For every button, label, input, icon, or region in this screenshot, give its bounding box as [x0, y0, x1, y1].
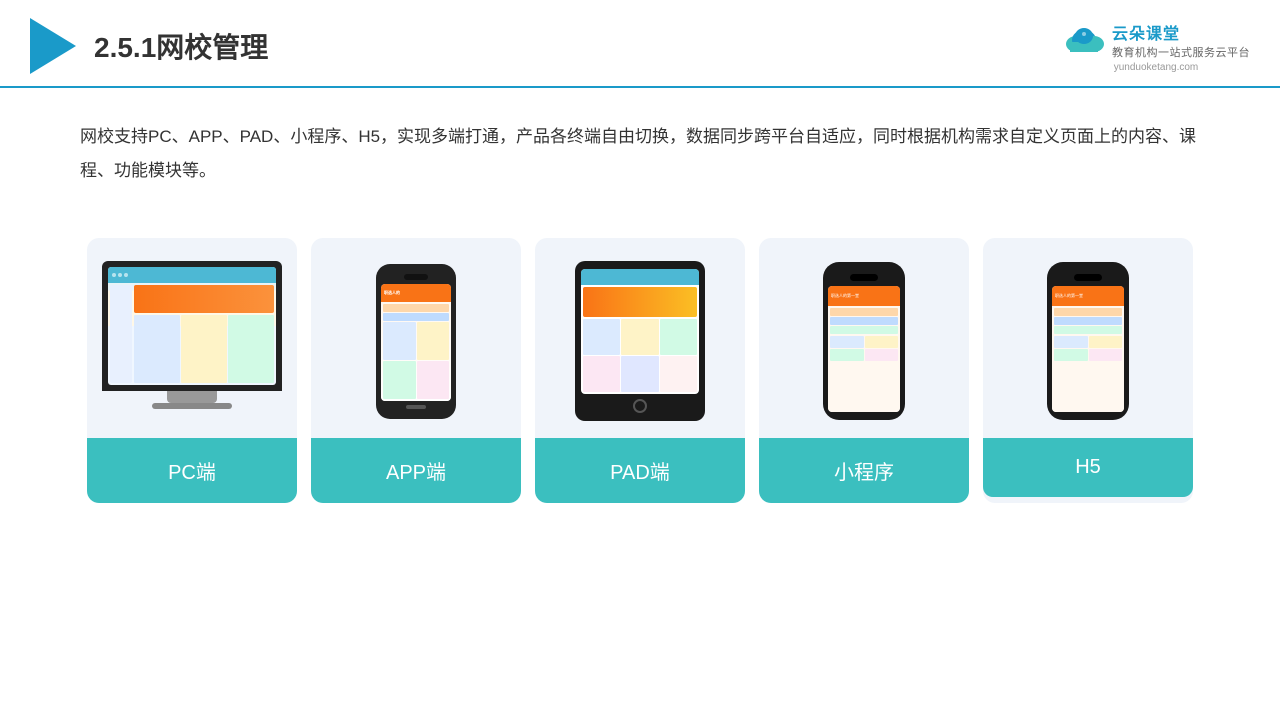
card-app-image: 职选人的: [311, 238, 521, 438]
card-pc-label: PC端: [87, 438, 297, 503]
card-miniapp: 职选人的第一堂: [759, 238, 969, 503]
mini-phone-mockup-1: 职选人的第一堂: [823, 262, 905, 420]
card-pc-image: [87, 238, 297, 438]
header: 2.5.1网校管理 云朵课堂 教育机构一站式服务云平台 yunduoketang…: [0, 0, 1280, 88]
tablet-mockup: [575, 261, 705, 421]
card-pc: PC端: [87, 238, 297, 503]
logo-triangle-icon: [30, 18, 76, 74]
card-pad-label: PAD端: [535, 438, 745, 503]
page-title: 2.5.1网校管理: [94, 26, 268, 66]
brand-section: 云朵课堂 教育机构一站式服务云平台 yunduoketang.com: [1062, 20, 1250, 73]
platform-cards: PC端 职选人的: [0, 198, 1280, 503]
card-app-label: APP端: [311, 438, 521, 503]
card-pad: PAD端: [535, 238, 745, 503]
card-h5-image: 职选人的第一堂: [983, 238, 1193, 438]
card-miniapp-label: 小程序: [759, 438, 969, 503]
pc-mockup: [102, 261, 282, 421]
brand-url: yunduoketang.com: [1114, 62, 1199, 73]
mini-phone-mockup-2: 职选人的第一堂: [1047, 262, 1129, 420]
card-app: 职选人的: [311, 238, 521, 503]
card-h5: 职选人的第一堂: [983, 238, 1193, 503]
card-miniapp-image: 职选人的第一堂: [759, 238, 969, 438]
phone-mockup-app: 职选人的: [376, 264, 456, 419]
header-left: 2.5.1网校管理: [30, 18, 268, 74]
brand-name: 云朵课堂: [1112, 20, 1250, 44]
brand-logo: 云朵课堂 教育机构一站式服务云平台: [1062, 20, 1250, 60]
card-h5-label: H5: [983, 438, 1193, 497]
description-text: 网校支持PC、APP、PAD、小程序、H5，实现多端打通，产品各终端自由切换，数…: [0, 88, 1280, 188]
card-pad-image: [535, 238, 745, 438]
cloud-logo-icon: [1062, 24, 1106, 56]
brand-tagline: 教育机构一站式服务云平台: [1112, 44, 1250, 60]
